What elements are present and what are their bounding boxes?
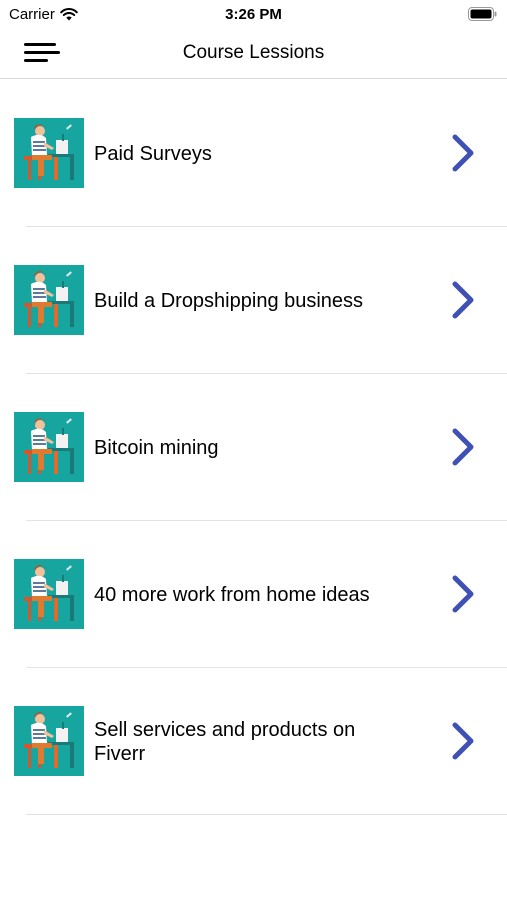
hamburger-menu-icon [24, 43, 60, 62]
lesson-list: Paid Surveys Build a Dropshipping busine… [0, 80, 507, 815]
lesson-thumbnail-icon [14, 559, 84, 629]
lesson-thumbnail-icon [14, 118, 84, 188]
lesson-thumbnail-icon [14, 265, 84, 335]
lesson-row-dropshipping[interactable]: Build a Dropshipping business [0, 227, 507, 374]
nav-bar: Course Lessions [0, 28, 507, 79]
status-time: 3:26 PM [225, 6, 282, 23]
lesson-title: Bitcoin mining [94, 436, 219, 459]
lesson-thumbnail-icon [14, 706, 84, 776]
lesson-title: 40 more work from home ideas [94, 583, 370, 606]
lesson-title: Build a Dropshipping business [94, 289, 364, 312]
chevron-right-icon[interactable] [448, 574, 478, 614]
chevron-right-icon[interactable] [448, 721, 478, 761]
lesson-title: Sell services and products on Fiverr [94, 718, 356, 765]
lesson-row-fiverr[interactable]: Sell services and products on Fiverr [0, 668, 507, 815]
page-title: Course Lessions [182, 42, 325, 63]
lesson-row-work-from-home[interactable]: 40 more work from home ideas [0, 521, 507, 668]
chevron-right-icon[interactable] [448, 280, 478, 320]
lesson-title: Paid Surveys [94, 142, 212, 165]
menu-button[interactable] [22, 39, 62, 69]
chevron-right-icon[interactable] [448, 133, 478, 173]
lesson-thumbnail-icon [14, 412, 84, 482]
status-bar: Carrier 3:26 PM [0, 0, 507, 28]
lesson-row-bitcoin-mining[interactable]: Bitcoin mining [0, 374, 507, 521]
chevron-right-icon[interactable] [448, 427, 478, 467]
lesson-row-paid-surveys[interactable]: Paid Surveys [0, 80, 507, 227]
battery-icon [468, 7, 497, 21]
